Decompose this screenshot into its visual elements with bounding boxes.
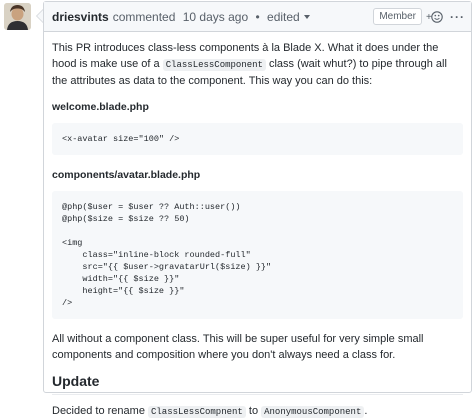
author-avatar[interactable] [4,3,31,30]
inline-code-old-name: ClassLessCompnent [148,406,246,418]
comment-body: This PR introduces class-less components… [44,32,471,420]
comment-box: driesvints commented 10 days ago • edite… [43,1,472,418]
add-reaction-icon: + [426,10,443,23]
update-text-mid: to [245,405,262,417]
comment-timestamp[interactable]: 10 days ago [183,10,248,24]
avatar-image [4,3,31,30]
update-heading: Update [52,373,463,395]
comment-meta: commented 10 days ago • edited [113,10,310,24]
intro-paragraph: This PR introduces class-less components… [52,40,463,89]
code-block-welcome: <x-avatar size="100" /> [52,123,463,155]
update-text-start: Decided to rename [52,405,148,417]
comment-action: commented [112,9,176,24]
filename-avatar: components/avatar.blade.php [52,169,201,181]
closing-paragraph: All without a component class. This will… [52,333,424,361]
filename-welcome: welcome.blade.php [52,101,149,113]
code-block-avatar: @php($user = $user ?? Auth::user()) @php… [52,191,463,319]
comment-header: driesvints commented 10 days ago • edite… [44,2,471,32]
edited-dropdown[interactable]: edited [267,10,310,24]
svg-text:+: + [426,12,432,23]
chevron-down-icon [303,14,310,19]
more-options-button[interactable]: ··· [450,10,465,24]
edited-label: edited [267,9,300,24]
meta-separator: • [255,9,260,24]
author-link[interactable]: driesvints [52,10,109,24]
update-paragraph: Decided to rename ClassLessCompnent to A… [52,403,463,420]
update-text-end: . [364,405,368,417]
inline-code-new-name: AnonymousComponent [261,406,365,418]
member-badge: Member [373,8,422,25]
inline-code-classless: ClassLessComponent [162,59,266,71]
add-reaction-button[interactable]: + [426,10,444,24]
